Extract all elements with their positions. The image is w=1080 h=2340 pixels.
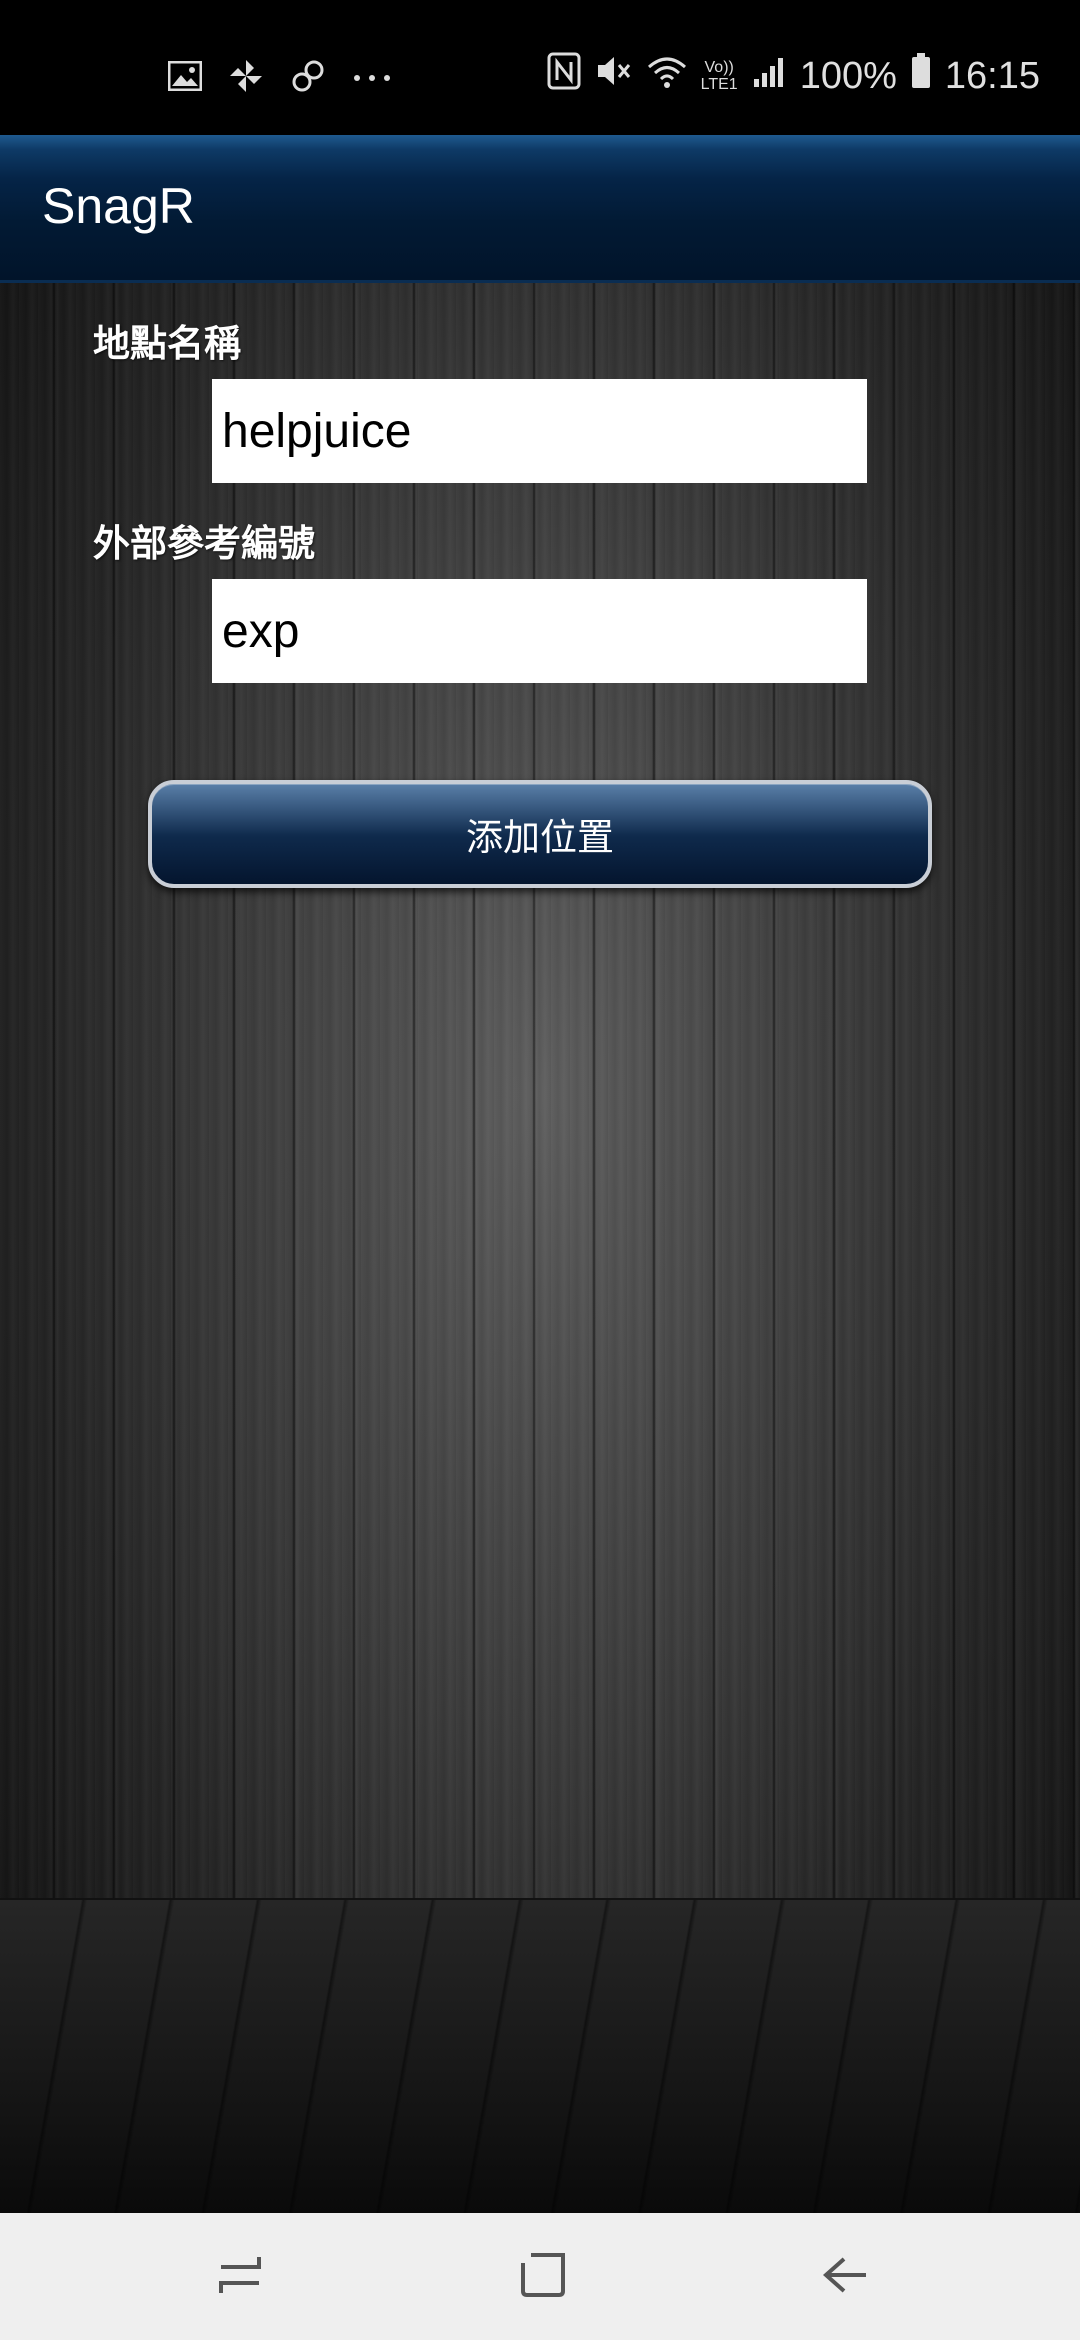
recent-apps-button[interactable]	[198, 2235, 282, 2319]
home-button[interactable]	[501, 2235, 585, 2319]
external-ref-label: 外部參考編號	[93, 522, 315, 565]
volte-icon: Vo)) LTE1	[701, 59, 738, 93]
pinwheel-icon	[228, 58, 264, 99]
volte-label-bottom: LTE1	[700, 76, 738, 93]
nfc-icon	[547, 52, 581, 100]
battery-percent: 100%	[799, 54, 897, 97]
wood-floor-decoration	[0, 1898, 1080, 2215]
battery-icon	[911, 53, 931, 99]
back-button[interactable]	[804, 2235, 888, 2319]
status-bar-system: Vo)) LTE1 100% 16:15	[547, 52, 1040, 100]
link-icon	[290, 58, 326, 99]
location-name-label: 地點名稱	[93, 322, 241, 365]
home-icon	[519, 2251, 567, 2304]
navigation-bar	[0, 2213, 1080, 2340]
mute-icon	[595, 53, 633, 99]
location-name-input[interactable]	[212, 379, 867, 483]
recent-apps-icon	[215, 2253, 265, 2302]
add-location-button[interactable]: 添加位置	[148, 780, 932, 888]
clock: 16:15	[944, 54, 1040, 97]
app-title: SnagR	[42, 178, 195, 234]
back-icon	[822, 2255, 870, 2300]
app-bar: SnagR	[0, 135, 1080, 283]
add-location-button-label: 添加位置	[466, 816, 614, 859]
status-bar-notifications	[167, 58, 392, 99]
status-bar: Vo)) LTE1 100% 16:15	[0, 0, 1080, 135]
more-dots-icon	[352, 70, 392, 88]
wifi-icon	[647, 54, 687, 99]
image-icon	[167, 60, 203, 96]
volte-label-top: Vo))	[704, 59, 734, 76]
main-content: 地點名稱 外部參考編號 添加位置	[0, 283, 1080, 2215]
signal-icon	[752, 54, 786, 99]
external-ref-input[interactable]	[212, 579, 867, 683]
screen: Vo)) LTE1 100% 16:15 SnagR 地點名稱 外部參考編號 添…	[0, 0, 1080, 2340]
